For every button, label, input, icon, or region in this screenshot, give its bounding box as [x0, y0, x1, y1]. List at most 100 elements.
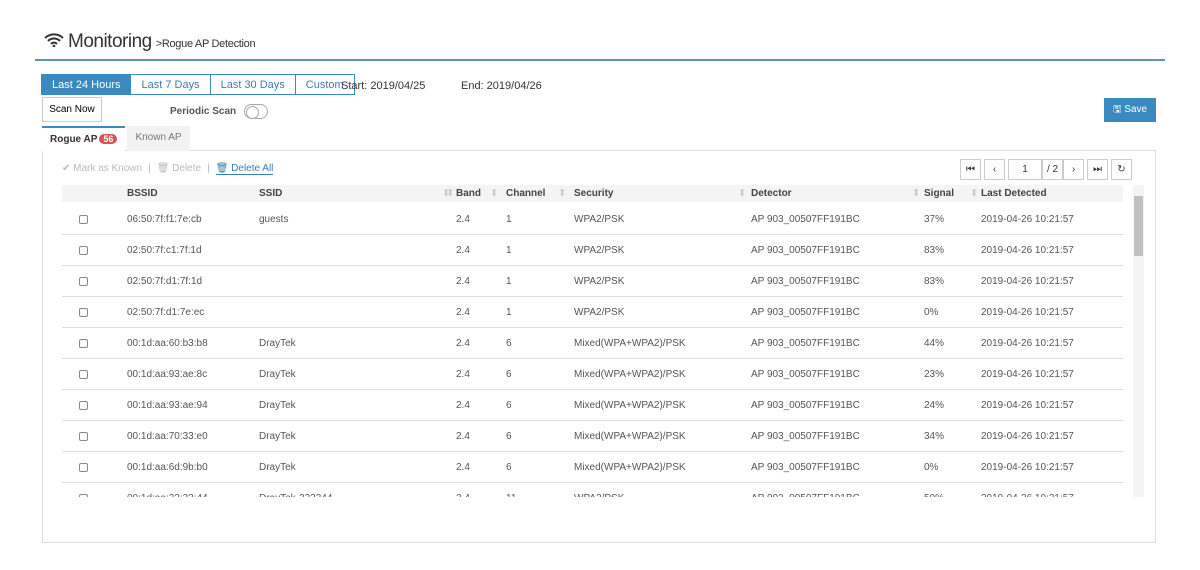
column-header[interactable]: Security — [574, 188, 613, 199]
last-page-icon[interactable]: ⏭ — [1087, 159, 1108, 180]
row-checkbox[interactable] — [79, 308, 88, 317]
cell-last-detected: 2019-04-26 10:21:57 — [981, 276, 1074, 287]
cell-bssid: 00:1d:aa:70:33:e0 — [127, 431, 208, 442]
table-row[interactable]: 02:50:7f:d1:7f:1d 2.4 1 WPA2/PSK AP 903_0050… — [62, 266, 1123, 297]
table-row[interactable]: 02:50:7f:d1:7e:ec 2.4 1 WPA2/PSK AP 903_0050… — [62, 297, 1123, 328]
cell-signal: 0% — [924, 462, 939, 473]
column-header[interactable]: SSID — [259, 188, 282, 199]
cell-security: Mixed(WPA+WPA2)/PSK — [574, 431, 686, 442]
cell-security: WPA2/PSK — [574, 307, 625, 318]
tab-known-ap[interactable]: Known AP — [127, 126, 190, 151]
cell-bssid: 00:1d:aa:93:ae:94 — [127, 400, 208, 411]
cell-detector: AP 903_00507FF191BC — [751, 276, 860, 287]
column-header[interactable]: BSSID — [127, 188, 158, 199]
row-checkbox[interactable] — [79, 246, 88, 255]
range-last-24-hours[interactable]: Last 24 Hours — [41, 74, 132, 95]
cell-detector: AP 903_00507FF191BC — [751, 338, 860, 349]
mark-as-known-button[interactable]: ✔ Mark as Known — [62, 163, 142, 175]
cell-band: 2.4 — [456, 214, 470, 225]
cell-detector: AP 903_00507FF191BC — [751, 307, 860, 318]
start-date: Start: 2019/04/25 — [341, 80, 426, 92]
delete-all-button[interactable]: 🗑 Delete All — [215, 163, 274, 175]
tab-label: Known AP — [135, 132, 182, 143]
row-checkbox[interactable] — [79, 463, 88, 472]
range-last-30-days[interactable]: Last 30 Days — [209, 74, 296, 95]
cell-signal: 83% — [924, 276, 945, 287]
breadcrumb: >Rogue AP Detection — [155, 38, 256, 50]
column-header[interactable]: Channel — [506, 188, 545, 199]
row-checkbox[interactable] — [79, 215, 88, 224]
delete-button[interactable]: 🗑 Delete — [157, 163, 201, 175]
cell-last-detected: 2019-04-26 10:21:57 — [981, 245, 1074, 256]
table-row[interactable]: 00:1d:aa:93:ae:8c DrayTek 2.4 6 Mixed(WPA+WP… — [62, 359, 1123, 390]
cell-last-detected: 2019-04-26 10:21:57 — [981, 338, 1074, 349]
periodic-scan-toggle[interactable] — [244, 104, 269, 119]
cell-detector: AP 903_00507FF191BC — [751, 214, 860, 225]
pagination: ⏮ ‹ 1 / 2 › ⏭ ↻ — [960, 159, 1132, 180]
sort-icon[interactable]: ⬍ — [970, 188, 978, 199]
sort-icon[interactable]: ⬍ — [490, 188, 498, 199]
time-range-group: Last 24 Hours Last 7 Days Last 30 Days C… — [41, 74, 355, 95]
cell-security: Mixed(WPA+WPA2)/PSK — [574, 400, 686, 411]
table-row[interactable]: 06:50:7f:f1:7e:cb guests 2.4 1 WPA2/PSK AP 90… — [62, 204, 1123, 235]
tab-label: Rogue AP — [50, 134, 98, 145]
cell-ssid: DrayTek-223344 — [259, 493, 332, 497]
save-icon: 🖫 — [1112, 103, 1125, 115]
save-button[interactable]: 🖫 Save — [1104, 98, 1156, 122]
cell-last-detected: 2019-04-26 10:21:57 — [981, 307, 1074, 318]
sort-icon[interactable]: ⬍ — [738, 188, 746, 199]
column-header[interactable]: Band — [456, 188, 481, 199]
first-page-icon[interactable]: ⏮ — [960, 159, 981, 180]
cell-channel: 6 — [506, 338, 512, 349]
column-header[interactable]: Last Detected — [981, 188, 1047, 199]
table-row[interactable]: 00:1d:aa:22:33:44 DrayTek-223344 2.4 11 WPA2… — [62, 483, 1123, 497]
cell-ssid: DrayTek — [259, 369, 296, 380]
column-header[interactable]: Detector — [751, 188, 792, 199]
cell-security: WPA2/PSK — [574, 214, 625, 225]
tab-rogue-ap[interactable]: Rogue AP 56 — [42, 126, 126, 151]
save-label: Save — [1124, 103, 1148, 115]
cell-bssid: 02:50:7f:d1:7f:1d — [127, 276, 203, 287]
page-title: Monitoring — [68, 31, 152, 52]
row-checkbox[interactable] — [79, 432, 88, 441]
cell-channel: 6 — [506, 462, 512, 473]
cell-channel: 1 — [506, 307, 512, 318]
cell-bssid: 00:1d:aa:93:ae:8c — [127, 369, 208, 380]
table-row[interactable]: 02:50:7f:c1:7f:1d 2.4 1 WPA2/PSK AP 903_0050… — [62, 235, 1123, 266]
cell-bssid: 02:50:7f:c1:7f:1d — [127, 245, 202, 256]
row-checkbox[interactable] — [79, 277, 88, 286]
cell-detector: AP 903_00507FF191BC — [751, 245, 860, 256]
sort-icon[interactable]: ⬍ — [446, 188, 454, 199]
cell-band: 2.4 — [456, 400, 470, 411]
cell-last-detected: 2019-04-26 10:21:57 — [981, 214, 1074, 225]
table-row[interactable]: 00:1d:aa:60:b3:b8 DrayTek 2.4 6 Mixed(WPA+WP… — [62, 328, 1123, 359]
prev-page-icon[interactable]: ‹ — [984, 159, 1005, 180]
next-page-icon[interactable]: › — [1063, 159, 1084, 180]
row-checkbox[interactable] — [79, 494, 88, 497]
cell-band: 2.4 — [456, 276, 470, 287]
scan-now-button[interactable]: Scan Now — [42, 97, 102, 122]
cell-bssid: 06:50:7f:f1:7e:cb — [127, 214, 202, 225]
sort-icon[interactable]: ⬍ — [912, 188, 920, 199]
page-header: Monitoring >Rogue AP Detection — [44, 31, 256, 53]
table-row[interactable]: 00:1d:aa:70:33:e0 DrayTek 2.4 6 Mixed(WPA+WP… — [62, 421, 1123, 452]
row-checkbox[interactable] — [79, 401, 88, 410]
cell-signal: 24% — [924, 400, 945, 411]
sort-icon[interactable]: ⬍ — [558, 188, 566, 199]
row-checkbox[interactable] — [79, 370, 88, 379]
sort-icon[interactable]: ⬍ — [1122, 188, 1123, 199]
page-input[interactable]: 1 — [1008, 159, 1042, 180]
column-header[interactable]: Signal — [924, 188, 954, 199]
cell-signal: 44% — [924, 338, 945, 349]
range-last-7-days[interactable]: Last 7 Days — [130, 74, 211, 95]
cell-security: Mixed(WPA+WPA2)/PSK — [574, 462, 686, 473]
table-row[interactable]: 00:1d:aa:93:ae:94 DrayTek 2.4 6 Mixed(WPA+WP… — [62, 390, 1123, 421]
cell-channel: 11 — [506, 493, 516, 497]
count-badge: 56 — [99, 134, 118, 144]
scrollbar-thumb[interactable] — [1134, 196, 1143, 256]
row-checkbox[interactable] — [79, 339, 88, 348]
action-bar: ✔ Mark as Known | 🗑 Delete | 🗑 Delete All — [62, 163, 274, 175]
refresh-icon[interactable]: ↻ — [1111, 159, 1132, 180]
cell-detector: AP 903_00507FF191BC — [751, 431, 860, 442]
table-row[interactable]: 00:1d:aa:6d:9b:b0 DrayTek 2.4 6 Mixed(WPA+WP… — [62, 452, 1123, 483]
